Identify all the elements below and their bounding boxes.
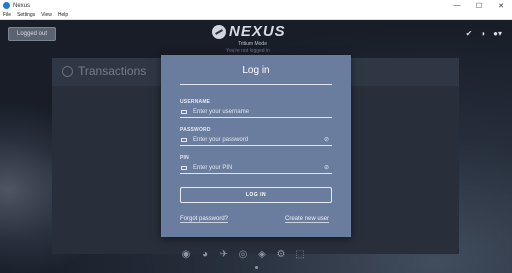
nav-active-indicator bbox=[255, 266, 258, 269]
window-title: Nexus bbox=[13, 2, 31, 9]
create-user-link[interactable]: Create new user bbox=[285, 216, 330, 223]
login-button[interactable]: LOG IN bbox=[180, 187, 332, 203]
username-label: USERNAME bbox=[180, 99, 211, 105]
nav-transactions-icon[interactable]: ◎ bbox=[237, 249, 249, 261]
eye-slash-icon[interactable]: ⊘ bbox=[324, 164, 329, 171]
nav-settings-icon[interactable]: ⚙ bbox=[275, 249, 287, 261]
nexus-logo-icon bbox=[212, 24, 226, 39]
username-placeholder: Enter your username bbox=[193, 108, 250, 115]
header-icons: ✔ ◑ ●▾ bbox=[466, 29, 502, 38]
menu-view[interactable]: View bbox=[41, 12, 52, 18]
nav-addressbook-icon[interactable]: ◈ bbox=[256, 249, 268, 261]
user-icon[interactable]: ●▾ bbox=[493, 29, 502, 38]
half-circle-icon[interactable]: ◑ bbox=[480, 29, 485, 38]
keyboard-icon bbox=[181, 165, 187, 170]
nexus-logo-text: NEXUS bbox=[229, 23, 286, 40]
window-titlebar: Nexus bbox=[0, 0, 512, 11]
app-icon bbox=[3, 2, 10, 9]
menu-file[interactable]: File bbox=[3, 12, 11, 18]
keyboard-icon bbox=[181, 137, 187, 142]
password-field[interactable]: Enter your password ⊘ bbox=[180, 134, 332, 146]
logged-out-button[interactable]: Logged out bbox=[8, 27, 56, 41]
login-modal: Log in USERNAME Enter your username PASS… bbox=[161, 55, 351, 237]
nexus-logo: NEXUS bbox=[212, 23, 286, 40]
login-status-text: You're not logged in bbox=[226, 48, 270, 54]
nav-send-icon[interactable]: ◕ bbox=[199, 249, 211, 261]
password-label: PASSWORD bbox=[180, 127, 211, 133]
pin-placeholder: Enter your PIN bbox=[193, 164, 233, 171]
mode-label: Tritium Mode bbox=[238, 41, 267, 47]
pin-label: PIN bbox=[180, 155, 189, 161]
username-field[interactable]: Enter your username bbox=[180, 106, 332, 118]
forgot-password-link[interactable]: Forgot password? bbox=[180, 216, 229, 223]
menu-help[interactable]: Help bbox=[58, 12, 68, 18]
title-divider bbox=[180, 84, 332, 85]
check-icon[interactable]: ✔ bbox=[466, 29, 473, 38]
pin-field[interactable]: Enter your PIN ⊘ bbox=[180, 162, 332, 174]
menu-bar: File Settings View Help bbox=[0, 11, 512, 20]
eye-slash-icon[interactable]: ⊘ bbox=[324, 136, 329, 143]
password-placeholder: Enter your password bbox=[193, 136, 249, 143]
login-title: Log in bbox=[242, 65, 270, 76]
nav-transfer-icon[interactable]: ✈ bbox=[218, 249, 230, 261]
bottom-nav: ◉ ◕ ✈ ◎ ◈ ⚙ ⬚ bbox=[180, 249, 306, 261]
minimize-button[interactable]: — bbox=[446, 0, 468, 11]
close-button[interactable]: ✕ bbox=[490, 0, 512, 11]
menu-settings[interactable]: Settings bbox=[17, 12, 35, 18]
keyboard-icon bbox=[181, 109, 187, 114]
maximize-button[interactable]: ☐ bbox=[468, 0, 490, 11]
nav-overview-icon[interactable]: ◉ bbox=[180, 249, 192, 261]
nav-console-icon[interactable]: ⬚ bbox=[294, 249, 306, 261]
